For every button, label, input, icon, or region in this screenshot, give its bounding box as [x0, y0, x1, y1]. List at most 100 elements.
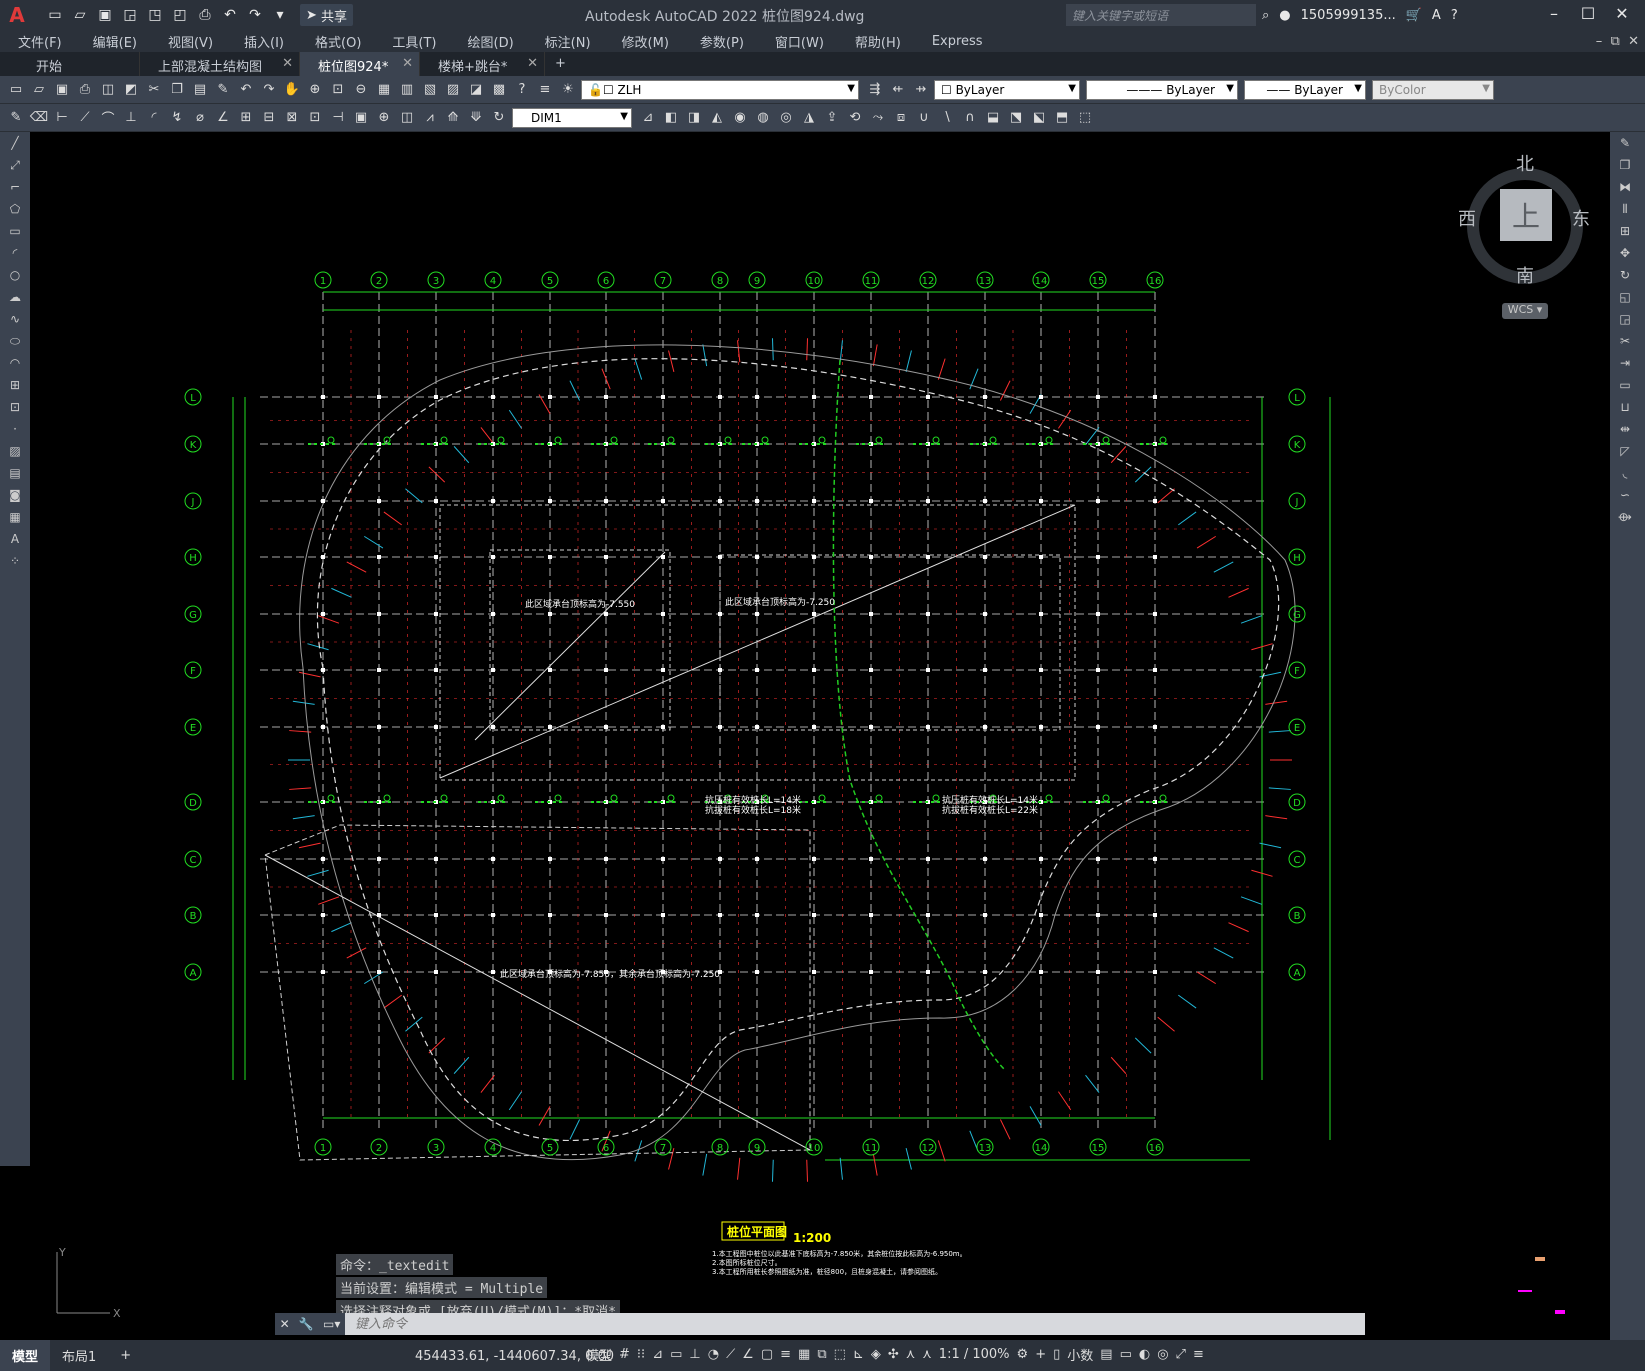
layer-dropdown[interactable]: 🔓☐ ZLH ▼ — [581, 79, 859, 100]
minimize-button[interactable]: – — [1537, 4, 1571, 23]
hatch-icon[interactable]: ▨ — [0, 440, 30, 462]
copy-icon[interactable]: ❐ — [167, 80, 187, 100]
units-value[interactable]: 小数 — [1067, 1345, 1093, 1364]
menu-format[interactable]: 格式(O) — [297, 32, 374, 51]
dim-diameter-icon[interactable]: ⌀ — [190, 108, 210, 128]
viewcube-east[interactable]: 东 — [1572, 205, 1590, 231]
tab-pile-plan[interactable]: 桩位图924* ✕ — [300, 52, 420, 76]
match-prop-icon[interactable]: ✎ — [213, 80, 233, 100]
close-tab-icon[interactable]: ✕ — [282, 56, 293, 71]
plotstyle-dropdown[interactable]: ByColor ▼ — [1372, 79, 1494, 100]
polar-icon[interactable]: ◔ — [708, 1347, 719, 1362]
lock-ui-icon[interactable]: ▭ — [1120, 1347, 1132, 1362]
dim-aligned-icon[interactable]: ⟋ — [75, 108, 95, 128]
tab-start[interactable]: 开始 — [0, 52, 140, 76]
customize-qat-icon[interactable]: ▾ — [269, 4, 291, 26]
search-input[interactable]: 键入关键字或短语 — [1066, 4, 1256, 26]
save-icon[interactable]: ▣ — [94, 4, 116, 26]
viewcube-west[interactable]: 西 — [1458, 205, 1476, 231]
edit-icon[interactable]: ✎ — [6, 108, 26, 128]
jogged-linear-icon[interactable]: ⩘ — [420, 108, 440, 128]
cart-icon[interactable]: 🛒 — [1406, 8, 1422, 23]
erase-icon[interactable]: ⌫ — [29, 108, 49, 128]
redo-icon[interactable]: ↷ — [244, 4, 266, 26]
zoom-realtime-icon[interactable]: ⊕ — [305, 80, 325, 100]
chamfer-icon[interactable]: ◸ — [1610, 440, 1640, 462]
3d-osnap-icon[interactable]: ⬚ — [834, 1347, 846, 1362]
center-mark-icon[interactable]: ⊕ — [374, 108, 394, 128]
help-icon[interactable]: ? — [1451, 8, 1458, 23]
search-icon[interactable]: ⌕ — [1262, 8, 1269, 23]
torus-icon[interactable]: ◎ — [776, 108, 796, 128]
drawing-canvas[interactable]: 1 1 2 2 3 3 4 4 5 5 6 6 7 7 8 8 9 9 10 10 11 11 12 12 13 13 14 14 15… — [30, 132, 1610, 1340]
ellipse-icon[interactable]: ⬭ — [0, 330, 30, 352]
new-tab-button[interactable]: + — [545, 52, 575, 76]
mtext-icon[interactable]: A — [0, 528, 30, 550]
tab-layout1[interactable]: 布局1 — [50, 1340, 108, 1371]
layer-iso-icon[interactable]: ⇸ — [911, 80, 931, 100]
trim-icon[interactable]: ✂ — [1610, 330, 1640, 352]
dim-update-icon[interactable]: ↻ — [489, 108, 509, 128]
annotation-scale[interactable]: 1:1 / 100% — [939, 1347, 1010, 1362]
layer-properties-icon[interactable]: ≡ — [535, 80, 555, 100]
paste-icon[interactable]: ▤ — [190, 80, 210, 100]
menu-parametric[interactable]: 参数(P) — [682, 32, 757, 51]
menu-file[interactable]: 文件(F) — [0, 32, 75, 51]
new-file-icon[interactable]: ▭ — [44, 4, 66, 26]
erase-icon[interactable]: ✎ — [1610, 132, 1640, 154]
hardware-acceleration-icon[interactable]: ◎ — [1157, 1347, 1168, 1362]
zoom-window-icon[interactable]: ⊡ — [328, 80, 348, 100]
calculator-icon[interactable]: ▩ — [489, 80, 509, 100]
dim-break-icon[interactable]: ⊣ — [328, 108, 348, 128]
circle-icon[interactable]: ○ — [0, 264, 30, 286]
layer-previous-icon[interactable]: ⇷ — [888, 80, 908, 100]
markup-icon[interactable]: ◪ — [466, 80, 486, 100]
section-icon[interactable]: ⬕ — [1029, 108, 1049, 128]
viewcube-top-face[interactable]: 上 — [1500, 189, 1552, 241]
menu-insert[interactable]: 插入(I) — [226, 32, 297, 51]
dim-radius-icon[interactable]: ◜ — [144, 108, 164, 128]
open-web-icon[interactable]: ◳ — [144, 4, 166, 26]
dimstyle-icon[interactable]: ⊿ — [638, 108, 658, 128]
viewcube-north[interactable]: 北 — [1516, 150, 1534, 176]
object-snap-tracking-icon[interactable]: ∠ — [742, 1347, 754, 1362]
plot-icon[interactable]: ⎙ — [194, 4, 216, 26]
dimstyle-dropdown[interactable]: DIM1 ▼ — [512, 107, 632, 128]
flatshot-icon[interactable]: ⬒ — [1052, 108, 1072, 128]
quick-properties-icon[interactable]: ▤ — [1100, 1347, 1112, 1362]
make-current-icon[interactable]: ⇶ — [865, 80, 885, 100]
add-layout-button[interactable]: + — [108, 1340, 143, 1371]
dim-arc-icon[interactable]: ⌒ — [98, 108, 118, 128]
menu-help[interactable]: 帮助(H) — [837, 32, 914, 51]
menu-modify[interactable]: 修改(M) — [604, 32, 682, 51]
lineweight-dropdown[interactable]: —— ByLayer ▼ — [1244, 79, 1366, 100]
tab-model[interactable]: 模型 — [0, 1340, 51, 1371]
doc-window-controls[interactable]: – ⧉ ✕ — [1596, 34, 1639, 49]
lineweight-icon[interactable]: ≡ — [780, 1347, 791, 1362]
isodraft-icon[interactable]: ⟋ — [726, 1347, 735, 1362]
box-icon[interactable]: ◧ — [661, 108, 681, 128]
user-name[interactable]: 1505999135... — [1301, 8, 1396, 23]
save-icon[interactable]: ▣ — [52, 80, 72, 100]
intersect-icon[interactable]: ∩ — [960, 108, 980, 128]
cone-icon[interactable]: ◭ — [707, 108, 727, 128]
close-tab-icon[interactable]: ✕ — [402, 56, 413, 71]
break-icon[interactable]: ⊔ — [1610, 396, 1640, 418]
save-as-icon[interactable]: ◲ — [119, 4, 141, 26]
viewcube-south[interactable]: 南 — [1516, 262, 1534, 288]
wcs-menu-button[interactable]: WCS ▾ — [1502, 303, 1548, 319]
blend-icon[interactable]: ∽ — [1610, 484, 1640, 506]
dim-linear-icon[interactable]: ⊢ — [52, 108, 72, 128]
selection-filter-icon[interactable]: ◈ — [871, 1347, 881, 1362]
coordinates-display[interactable]: 454433.61, -1440607.34, 0.00 — [415, 1349, 614, 1364]
clean-screen-icon[interactable]: ⤢ — [1176, 1347, 1186, 1362]
polyline-icon[interactable]: ⌐ — [0, 176, 30, 198]
move-icon[interactable]: ✥ — [1610, 242, 1640, 264]
dim-edit-icon[interactable]: ⟰ — [443, 108, 463, 128]
plus-icon[interactable]: + — [1035, 1347, 1046, 1362]
presspull-icon[interactable]: ⬓ — [983, 108, 1003, 128]
cylinder-icon[interactable]: ◍ — [753, 108, 773, 128]
properties-icon[interactable]: ▦ — [374, 80, 394, 100]
color-dropdown[interactable]: ☐ ByLayer ▼ — [934, 79, 1080, 100]
user-icon[interactable]: ● — [1279, 8, 1290, 23]
